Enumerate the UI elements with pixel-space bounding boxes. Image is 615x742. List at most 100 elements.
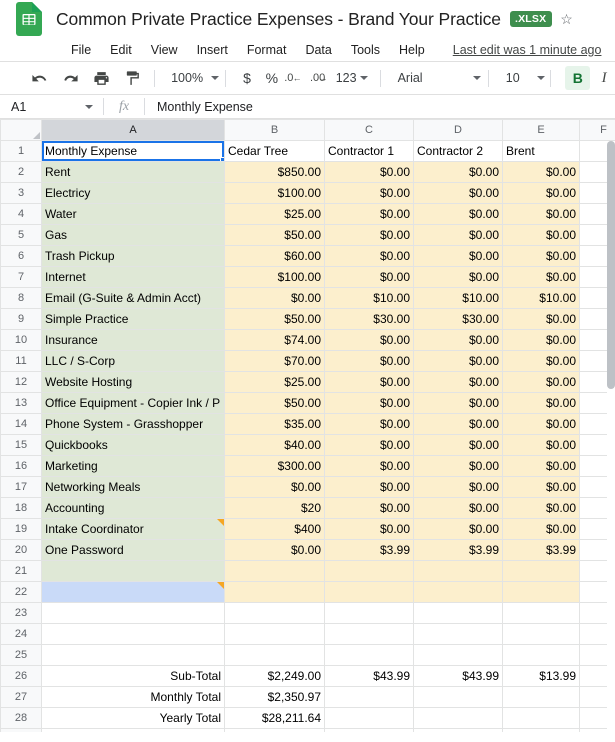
table-row[interactable]: 15 Quickbooks $40.00 $0.00 $0.00 $0.00 [0,434,615,456]
cell-b7[interactable]: $100.00 [224,266,325,288]
cell-d29[interactable] [413,728,503,732]
cell-b25[interactable] [224,644,325,666]
table-row[interactable]: 19 Intake Coordinator $400 $0.00 $0.00 $0.00 [0,518,615,540]
cell-e22[interactable] [502,581,580,603]
table-row[interactable]: 5 Gas $50.00 $0.00 $0.00 $0.00 [0,224,615,246]
cell-b12[interactable]: $25.00 [224,371,325,393]
row-header-10[interactable]: 10 [0,329,42,351]
cell-e13[interactable]: $0.00 [502,392,580,414]
spreadsheet-grid[interactable]: A B C D E F 1 Monthly Expense Cedar Tree… [0,119,615,732]
cell-b18[interactable]: $20 [224,497,325,519]
cell-b9[interactable]: $50.00 [224,308,325,330]
row-header-18[interactable]: 18 [0,497,42,519]
cell-e5[interactable]: $0.00 [502,224,580,246]
cell-c24[interactable] [324,623,414,645]
cell-a3[interactable]: Electricy [41,182,225,204]
table-row[interactable]: 16 Marketing $300.00 $0.00 $0.00 $0.00 [0,455,615,477]
row-header-11[interactable]: 11 [0,350,42,372]
cell-c15[interactable]: $0.00 [324,434,414,456]
menu-item-insert[interactable]: Insert [197,43,228,57]
cell-e14[interactable]: $0.00 [502,413,580,435]
formula-input[interactable]: Monthly Expense [145,100,253,114]
column-header-d[interactable]: D [413,119,503,141]
table-row[interactable]: 4 Water $25.00 $0.00 $0.00 $0.00 [0,203,615,225]
cell-e12[interactable]: $0.00 [502,371,580,393]
cell-b11[interactable]: $70.00 [224,350,325,372]
cell-d25[interactable] [413,644,503,666]
cell-e28[interactable] [502,707,580,729]
cell-d24[interactable] [413,623,503,645]
cell-e4[interactable]: $0.00 [502,203,580,225]
menu-item-tools[interactable]: Tools [351,43,380,57]
cell-c19[interactable]: $0.00 [324,518,414,540]
row-header-25[interactable]: 25 [0,644,42,666]
cell-c18[interactable]: $0.00 [324,497,414,519]
row-header-7[interactable]: 7 [0,266,42,288]
cell-b3[interactable]: $100.00 [224,182,325,204]
column-header-a[interactable]: A [41,119,225,141]
cell-d12[interactable]: $0.00 [413,371,503,393]
cell-e7[interactable]: $0.00 [502,266,580,288]
table-row[interactable]: 8 Email (G-Suite & Admin Acct) $0.00 $10.00… [0,287,615,309]
cell-c17[interactable]: $0.00 [324,476,414,498]
cell-c27[interactable] [324,686,414,708]
table-row[interactable]: 17 Networking Meals $0.00 $0.00 $0.00 $0.00 [0,476,615,498]
cell-b6[interactable]: $60.00 [224,245,325,267]
cell-a1[interactable]: Monthly Expense [41,140,225,162]
table-row[interactable]: 13 Office Equipment - Copier Ink / P $50.0… [0,392,615,414]
table-row[interactable]: 1 Monthly Expense Cedar Tree Contractor … [0,140,615,162]
function-icon[interactable]: fx [104,99,144,115]
cell-a10[interactable]: Insurance [41,329,225,351]
cell-d10[interactable]: $0.00 [413,329,503,351]
cell-a12[interactable]: Website Hosting [41,371,225,393]
cell-b27[interactable]: $2,350.97 [224,686,325,708]
font-size-select[interactable]: 10 [498,71,548,85]
cell-d3[interactable]: $0.00 [413,182,503,204]
cell-c20[interactable]: $3.99 [324,539,414,561]
cell-d16[interactable]: $0.00 [413,455,503,477]
cell-a6[interactable]: Trash Pickup [41,245,225,267]
cell-a9[interactable]: Simple Practice [41,308,225,330]
cell-a29[interactable] [41,728,225,732]
cell-b2[interactable]: $850.00 [224,161,325,183]
cell-d27[interactable] [413,686,503,708]
row-header-5[interactable]: 5 [0,224,42,246]
cell-c13[interactable]: $0.00 [324,392,414,414]
cell-d28[interactable] [413,707,503,729]
cell-e3[interactable]: $0.00 [502,182,580,204]
table-row[interactable]: 26 Sub-Total $2,249.00 $43.99 $43.99 $13.99 [0,665,615,687]
row-header-1[interactable]: 1 [0,140,42,162]
menu-item-file[interactable]: File [71,43,91,57]
cell-c9[interactable]: $30.00 [324,308,414,330]
google-sheets-icon[interactable] [14,1,44,37]
select-all-corner[interactable] [0,119,42,141]
cell-e24[interactable] [502,623,580,645]
menu-item-edit[interactable]: Edit [110,43,132,57]
table-row[interactable]: 3 Electricy $100.00 $0.00 $0.00 $0.00 [0,182,615,204]
cell-d17[interactable]: $0.00 [413,476,503,498]
cell-c22[interactable] [324,581,414,603]
redo-icon[interactable] [59,66,83,90]
cell-a20[interactable]: One Password [41,539,225,561]
cell-d9[interactable]: $30.00 [413,308,503,330]
table-row[interactable]: 20 One Password $0.00 $3.99 $3.99 $3.99 [0,539,615,561]
cell-c26[interactable]: $43.99 [324,665,414,687]
table-row[interactable]: 18 Accounting $20 $0.00 $0.00 $0.00 [0,497,615,519]
cell-e25[interactable] [502,644,580,666]
table-row[interactable]: 29 [0,728,615,732]
cell-e10[interactable]: $0.00 [502,329,580,351]
cell-e18[interactable]: $0.00 [502,497,580,519]
table-row[interactable]: 27 Monthly Total $2,350.97 [0,686,615,708]
cell-e15[interactable]: $0.00 [502,434,580,456]
cell-a8[interactable]: Email (G-Suite & Admin Acct) [41,287,225,309]
table-row[interactable]: 21 [0,560,615,582]
cell-b14[interactable]: $35.00 [224,413,325,435]
paint-format-icon[interactable] [120,66,144,90]
font-family-select[interactable]: Arial [390,71,485,85]
cell-d23[interactable] [413,602,503,624]
row-header-19[interactable]: 19 [0,518,42,540]
column-header-b[interactable]: B [224,119,325,141]
cell-b4[interactable]: $25.00 [224,203,325,225]
cell-c2[interactable]: $0.00 [324,161,414,183]
table-row[interactable]: 12 Website Hosting $25.00 $0.00 $0.00 $0.00 [0,371,615,393]
